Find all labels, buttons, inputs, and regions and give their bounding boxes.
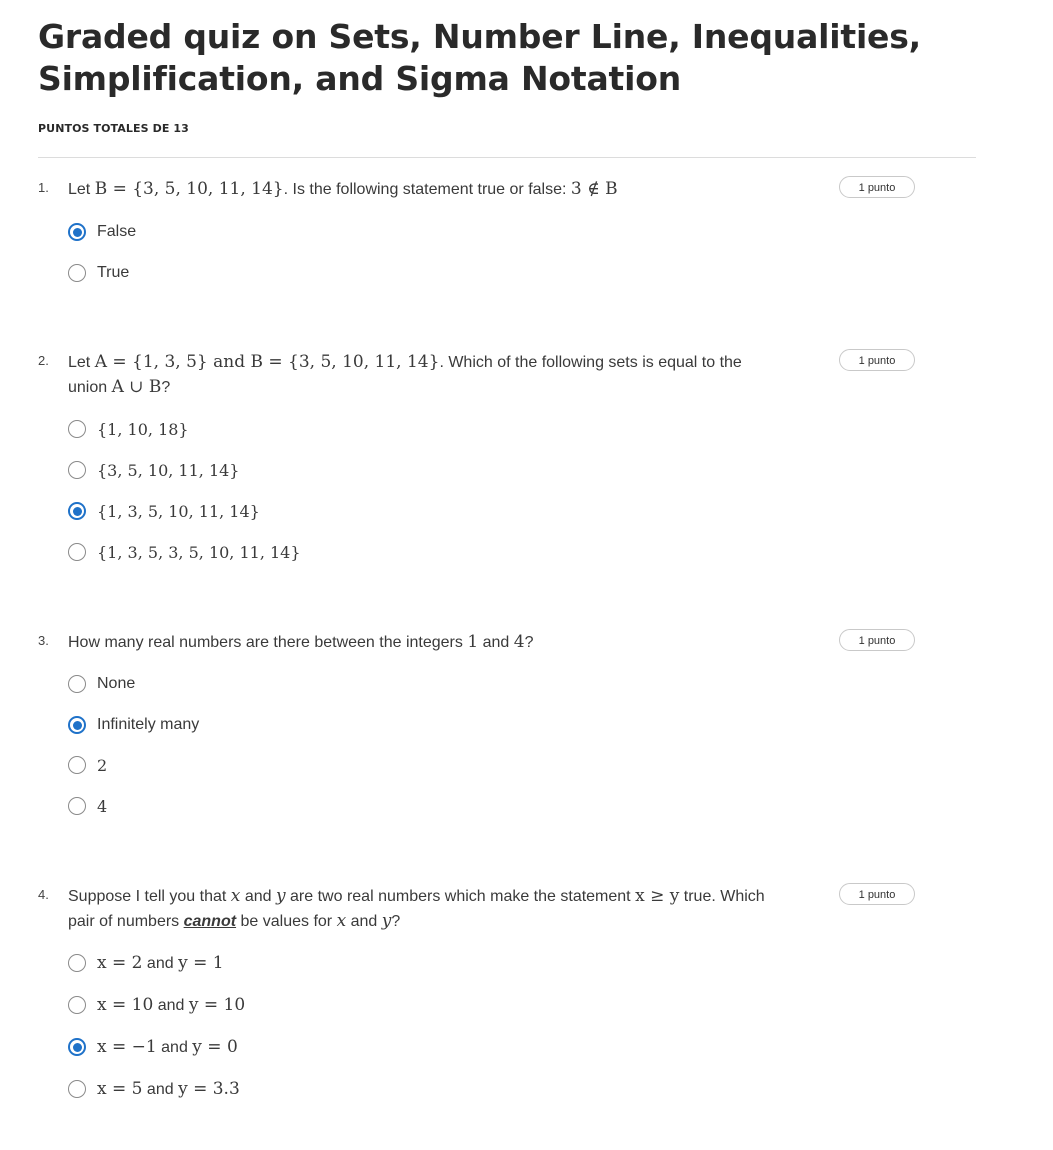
question-text-part: ? [391, 913, 401, 930]
radio-unchecked-icon[interactable] [68, 756, 86, 774]
header-divider [38, 157, 976, 158]
math-expression: 4 [513, 632, 525, 652]
math-expression: A ∪ B [111, 377, 162, 397]
option-label: Infinitely many [97, 716, 200, 733]
points-badge: 1 punto [839, 349, 915, 371]
math-expression: 3 ∉ B [570, 179, 618, 199]
question-text-part: and [346, 913, 382, 930]
math-expression: y = 1 [178, 953, 224, 973]
emphasis-text: cannot [183, 913, 237, 930]
points-badge: 1 punto [839, 176, 915, 198]
math-expression: B = {3, 5, 10, 11, 14} [94, 179, 284, 199]
question-text: Let A = {1, 3, 5} and B = {3, 5, 10, 11,… [68, 350, 768, 400]
math-expression: y [381, 911, 392, 931]
math-expression: x = 10 [97, 995, 154, 1015]
question-text: Let B = {3, 5, 10, 11, 14}. Is the follo… [68, 177, 768, 202]
question-text-part: are two real numbers which make the stat… [285, 888, 636, 905]
radio-unchecked-icon[interactable] [68, 1080, 86, 1098]
math-expression: y = 10 [188, 995, 246, 1015]
question-text-part: ? [524, 634, 534, 651]
math-expression: y = 3.3 [178, 1079, 240, 1099]
question-number: 1. [38, 180, 49, 195]
page-title: Graded quiz on Sets, Number Line, Inequa… [38, 17, 922, 98]
radio-unchecked-icon[interactable] [68, 797, 86, 815]
option-true[interactable]: True [68, 261, 129, 285]
math-expression: x ≥ y [635, 886, 680, 906]
option-1[interactable]: {1, 10, 18} [68, 417, 189, 441]
option-label: None [97, 675, 136, 692]
option-false[interactable]: False [68, 220, 136, 244]
question-text-part: be values for [236, 913, 337, 930]
math-expression: x = −1 [97, 1037, 157, 1057]
math-expression: x = 5 [97, 1079, 143, 1099]
option-label-part: and [153, 997, 189, 1014]
radio-unchecked-icon[interactable] [68, 675, 86, 693]
option-label: 4 [97, 796, 108, 816]
radio-unchecked-icon[interactable] [68, 996, 86, 1014]
radio-checked-icon[interactable] [68, 716, 86, 734]
option-4[interactable]: x = 5 and y = 3.3 [68, 1077, 240, 1101]
option-label: x = −1 and y = 0 [97, 1037, 238, 1057]
radio-checked-icon[interactable] [68, 223, 86, 241]
question-text-part: and [478, 634, 514, 651]
option-label-part: and [156, 1039, 193, 1056]
radio-unchecked-icon[interactable] [68, 543, 86, 561]
option-label: {1, 3, 5, 3, 5, 10, 11, 14} [97, 542, 301, 562]
question-text: Suppose I tell you that x and y are two … [68, 884, 788, 934]
option-label: x = 10 and y = 10 [97, 995, 245, 1015]
option-infinitely-many[interactable]: Infinitely many [68, 713, 199, 737]
option-none[interactable]: None [68, 672, 135, 696]
option-4[interactable]: 4 [68, 794, 107, 818]
question-text-part: ? [161, 379, 171, 396]
math-expression: A = {1, 3, 5} [94, 352, 208, 372]
question-text-part: . Is the following statement true or fal… [283, 181, 571, 198]
radio-unchecked-icon[interactable] [68, 264, 86, 282]
math-expression: x = 2 [97, 953, 143, 973]
radio-unchecked-icon[interactable] [68, 954, 86, 972]
question-text-part: Let [68, 181, 95, 198]
question-text-part: How many real numbers are there between … [68, 634, 468, 651]
option-label: 2 [97, 755, 108, 775]
option-2[interactable]: x = 10 and y = 10 [68, 993, 245, 1017]
option-4[interactable]: {1, 3, 5, 3, 5, 10, 11, 14} [68, 540, 301, 564]
option-3[interactable]: {1, 3, 5, 10, 11, 14} [68, 499, 260, 523]
option-label: True [97, 264, 130, 281]
math-expression: y [275, 886, 286, 906]
question-number: 4. [38, 887, 49, 902]
option-2[interactable]: {3, 5, 10, 11, 14} [68, 458, 239, 482]
option-label: {1, 3, 5, 10, 11, 14} [97, 501, 260, 521]
question-number: 3. [38, 633, 49, 648]
question-text: How many real numbers are there between … [68, 630, 768, 655]
option-label: x = 5 and y = 3.3 [97, 1079, 240, 1099]
question-text-part: Let [68, 354, 95, 371]
math-expression: x [336, 911, 347, 931]
option-3[interactable]: x = −1 and y = 0 [68, 1035, 238, 1059]
math-expression: B = {3, 5, 10, 11, 14} [250, 352, 440, 372]
question-text-part: and [207, 352, 251, 372]
radio-checked-icon[interactable] [68, 1038, 86, 1056]
option-label: {3, 5, 10, 11, 14} [97, 460, 240, 480]
question-text-part: Suppose I tell you that [68, 888, 231, 905]
radio-unchecked-icon[interactable] [68, 461, 86, 479]
radio-checked-icon[interactable] [68, 502, 86, 520]
question-number: 2. [38, 353, 49, 368]
math-expression: x [230, 886, 241, 906]
option-label-part: and [142, 955, 179, 972]
option-label-part: and [142, 1081, 179, 1098]
option-label: False [97, 223, 137, 240]
option-label: x = 2 and y = 1 [97, 953, 224, 973]
points-badge: 1 punto [839, 883, 915, 905]
total-points-label: PUNTOS TOTALES DE 13 [38, 122, 189, 135]
option-2[interactable]: 2 [68, 753, 107, 777]
radio-unchecked-icon[interactable] [68, 420, 86, 438]
math-expression: 1 [467, 632, 479, 652]
option-label: {1, 10, 18} [97, 419, 189, 439]
question-text-part: and [240, 888, 276, 905]
points-badge: 1 punto [839, 629, 915, 651]
math-expression: y = 0 [192, 1037, 238, 1057]
option-1[interactable]: x = 2 and y = 1 [68, 951, 224, 975]
